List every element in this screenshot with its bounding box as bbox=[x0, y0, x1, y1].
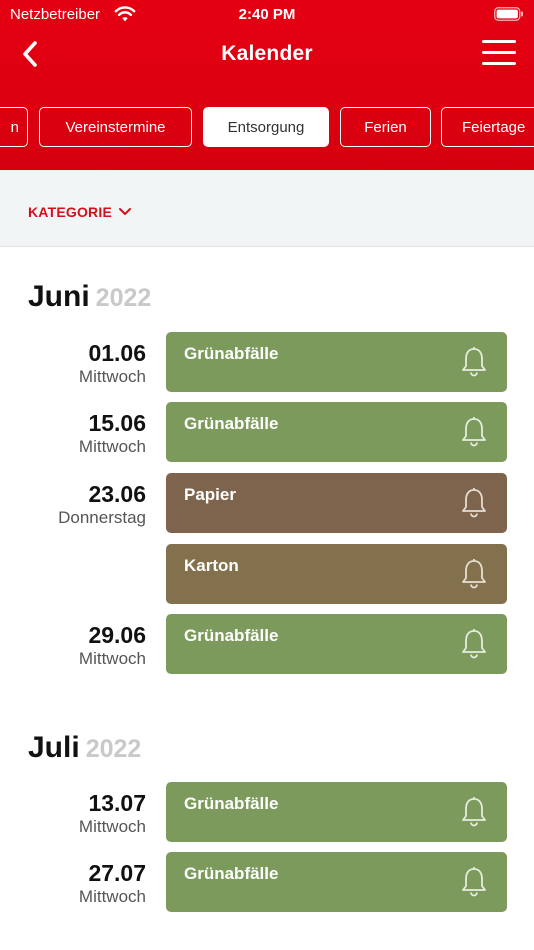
battery-icon bbox=[494, 7, 523, 21]
category-tabs: n Vereinstermine Entsorgung Ferien Feier… bbox=[0, 107, 534, 149]
bell-icon[interactable] bbox=[459, 558, 489, 590]
tab-feiertage[interactable]: Feiertage bbox=[441, 107, 534, 147]
chevron-down-icon bbox=[119, 208, 131, 215]
date-label: 13.07 Mittwoch bbox=[78, 790, 146, 836]
status-bar: Netzbetreiber 2:40 PM bbox=[0, 0, 534, 30]
tab-previous[interactable]: n bbox=[0, 107, 28, 147]
month-heading-juni: Juni 2022 bbox=[28, 280, 152, 313]
date-label: 23.06 Donnerstag bbox=[58, 481, 146, 527]
event-card[interactable]: Grünabfälle bbox=[166, 332, 507, 392]
bell-icon[interactable] bbox=[459, 416, 489, 448]
date-label: 29.06 Mittwoch bbox=[78, 622, 146, 668]
event-card[interactable]: Papier bbox=[166, 473, 507, 533]
bell-icon[interactable] bbox=[459, 796, 489, 828]
category-dropdown[interactable]: KATEGORIE bbox=[28, 204, 132, 220]
date-label: 27.07 Mittwoch bbox=[78, 860, 146, 906]
event-card[interactable]: Grünabfälle bbox=[166, 402, 507, 462]
bell-icon[interactable] bbox=[459, 628, 489, 660]
page-title: Kalender bbox=[221, 42, 313, 65]
bell-icon[interactable] bbox=[459, 487, 489, 519]
nav-bar: Kalender bbox=[0, 30, 534, 80]
date-label: 15.06 Mittwoch bbox=[78, 410, 146, 456]
tab-vereinstermine[interactable]: Vereinstermine bbox=[39, 107, 192, 147]
hamburger-icon bbox=[482, 40, 516, 43]
header: Netzbetreiber 2:40 PM Kalender n Vereins… bbox=[0, 0, 534, 172]
date-label: 01.06 Mittwoch bbox=[78, 340, 146, 386]
menu-button[interactable] bbox=[482, 40, 516, 68]
tab-entsorgung[interactable]: Entsorgung bbox=[203, 107, 329, 147]
filter-bar: KATEGORIE bbox=[0, 170, 534, 247]
bell-icon[interactable] bbox=[459, 866, 489, 898]
event-card[interactable]: Grünabfälle bbox=[166, 614, 507, 674]
event-card[interactable]: Grünabfälle bbox=[166, 852, 507, 912]
event-card[interactable]: Karton bbox=[166, 544, 507, 604]
tab-ferien[interactable]: Ferien bbox=[340, 107, 431, 147]
bell-icon[interactable] bbox=[459, 346, 489, 378]
clock: 2:40 PM bbox=[238, 6, 296, 23]
month-heading-juli: Juli 2022 bbox=[28, 731, 142, 764]
event-card[interactable]: Grünabfälle bbox=[166, 782, 507, 842]
